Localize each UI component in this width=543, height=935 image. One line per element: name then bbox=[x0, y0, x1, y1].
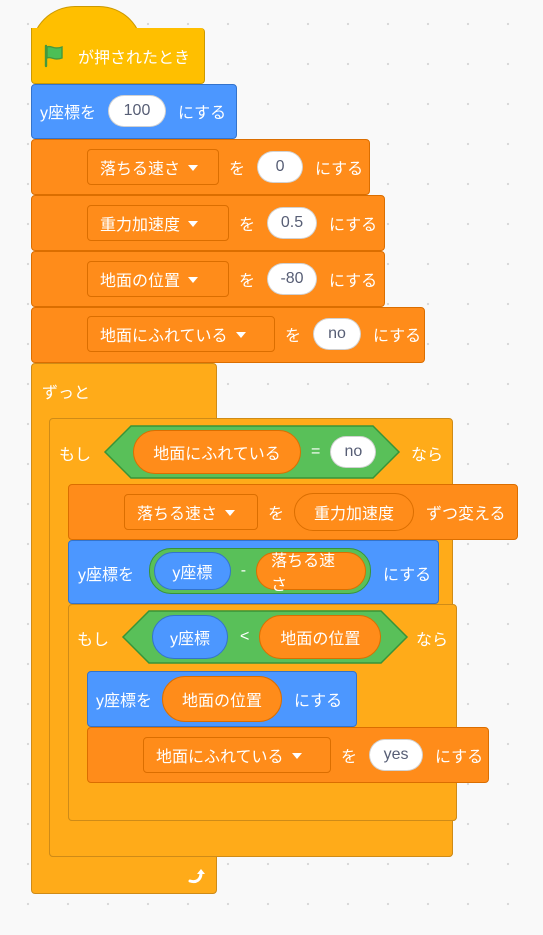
equals-operator: = bbox=[311, 443, 321, 460]
variable-dropdown[interactable]: 落ちる速さ bbox=[124, 494, 258, 530]
set-y2-prefix: y座標を bbox=[78, 567, 135, 584]
minus-operator: - bbox=[240, 562, 247, 579]
variable-name: 地面の位置 bbox=[100, 273, 181, 290]
dropdown-caret-icon bbox=[188, 164, 199, 171]
set-y3-prefix: y座標を bbox=[96, 693, 153, 710]
if2-cond-row: y座標 < 地面の位置 bbox=[152, 615, 382, 659]
set-touching-row: 地面にふれている を yes にする bbox=[143, 736, 483, 774]
if1-bottom-arm bbox=[49, 821, 453, 857]
ground-position-reporter[interactable]: 地面の位置 bbox=[259, 615, 382, 659]
less-than-operator: < bbox=[240, 628, 250, 645]
variable-dropdown[interactable]: 地面にふれている bbox=[143, 737, 331, 773]
set-var-row-1: 落ちる速さ を 0 にする bbox=[87, 149, 363, 185]
suffix-text: にする bbox=[435, 749, 484, 766]
particle-text: を bbox=[285, 328, 302, 345]
if1-cond-row: 地面にふれている = no bbox=[133, 430, 377, 474]
particle-text: を bbox=[229, 161, 246, 178]
suffix-text: にする bbox=[329, 273, 378, 290]
variable-dropdown[interactable]: 重力加速度 bbox=[87, 205, 229, 241]
green-flag-icon[interactable] bbox=[42, 44, 66, 68]
set-y-value-input[interactable]: 100 bbox=[108, 95, 167, 127]
dropdown-caret-icon bbox=[188, 220, 199, 227]
fall-speed-reporter[interactable]: 落ちる速さ bbox=[256, 552, 366, 594]
particle-text: を bbox=[239, 217, 256, 234]
touching-ground-reporter[interactable]: 地面にふれている bbox=[133, 430, 301, 474]
loop-arrow-icon bbox=[186, 866, 208, 893]
set-var-row-2: 重力加速度 を 0.5 にする bbox=[87, 205, 377, 241]
variable-name: 地面にふれている bbox=[156, 749, 284, 766]
if1-label: もし bbox=[59, 447, 92, 464]
variable-name: 地面にふれている bbox=[100, 328, 228, 345]
variable-name: 重力加速度 bbox=[100, 217, 181, 234]
y-position-reporter[interactable]: y座標 bbox=[152, 615, 228, 659]
particle-text: を bbox=[268, 506, 285, 523]
variable-dropdown[interactable]: 落ちる速さ bbox=[87, 149, 219, 185]
value-input[interactable]: -80 bbox=[267, 263, 318, 295]
dropdown-caret-icon bbox=[291, 752, 302, 759]
particle-text: を bbox=[341, 749, 358, 766]
gravity-reporter[interactable]: 重力加速度 bbox=[294, 493, 415, 531]
dropdown-caret-icon bbox=[188, 276, 199, 283]
set-var-row-4: 地面にふれている を no にする bbox=[87, 316, 421, 352]
set-y2-suffix: にする bbox=[383, 567, 432, 584]
variable-dropdown[interactable]: 地面にふれている bbox=[87, 316, 275, 352]
suffix-text: ずつ変える bbox=[426, 506, 506, 523]
if2-bottom-arm bbox=[68, 783, 457, 821]
if2-then: なら bbox=[416, 632, 449, 649]
suffix-text: にする bbox=[329, 217, 378, 234]
hat-label: が押されたとき bbox=[78, 50, 191, 67]
y-position-reporter[interactable]: y座標 bbox=[154, 552, 231, 590]
change-row: 落ちる速さ を 重力加速度 ずつ変える bbox=[124, 493, 506, 531]
subtract-operator[interactable]: y座標 - 落ちる速さ bbox=[149, 548, 371, 594]
compare-value-input[interactable]: no bbox=[330, 436, 377, 468]
dropdown-caret-icon bbox=[225, 509, 236, 516]
variable-dropdown[interactable]: 地面の位置 bbox=[87, 261, 229, 297]
value-input[interactable]: no bbox=[313, 318, 362, 350]
ground-position-reporter[interactable]: 地面の位置 bbox=[162, 676, 283, 722]
suffix-text: にする bbox=[373, 328, 422, 345]
set-y-row: y座標を 100 にする bbox=[40, 92, 226, 130]
if1-then: なら bbox=[411, 447, 444, 464]
set-y-suffix: にする bbox=[178, 105, 227, 122]
value-input[interactable]: 0.5 bbox=[267, 207, 318, 239]
dropdown-caret-icon bbox=[235, 331, 246, 338]
variable-name: 落ちる速さ bbox=[100, 161, 181, 178]
set-y3-suffix: にする bbox=[294, 693, 343, 710]
value-input[interactable]: 0 bbox=[257, 151, 304, 183]
hat-row: が押されたとき bbox=[42, 38, 190, 74]
set-var-row-3: 地面の位置 を -80 にする bbox=[87, 261, 377, 297]
value-input[interactable]: yes bbox=[369, 739, 424, 771]
suffix-text: にする bbox=[315, 161, 364, 178]
variable-name: 落ちる速さ bbox=[137, 506, 218, 523]
set-y3-row: y座標を 地面の位置 にする bbox=[96, 676, 342, 722]
forever-label: ずっと bbox=[42, 385, 91, 402]
if2-label: もし bbox=[77, 632, 110, 649]
particle-text: を bbox=[239, 273, 256, 290]
set-y-prefix: y座標を bbox=[40, 105, 97, 122]
